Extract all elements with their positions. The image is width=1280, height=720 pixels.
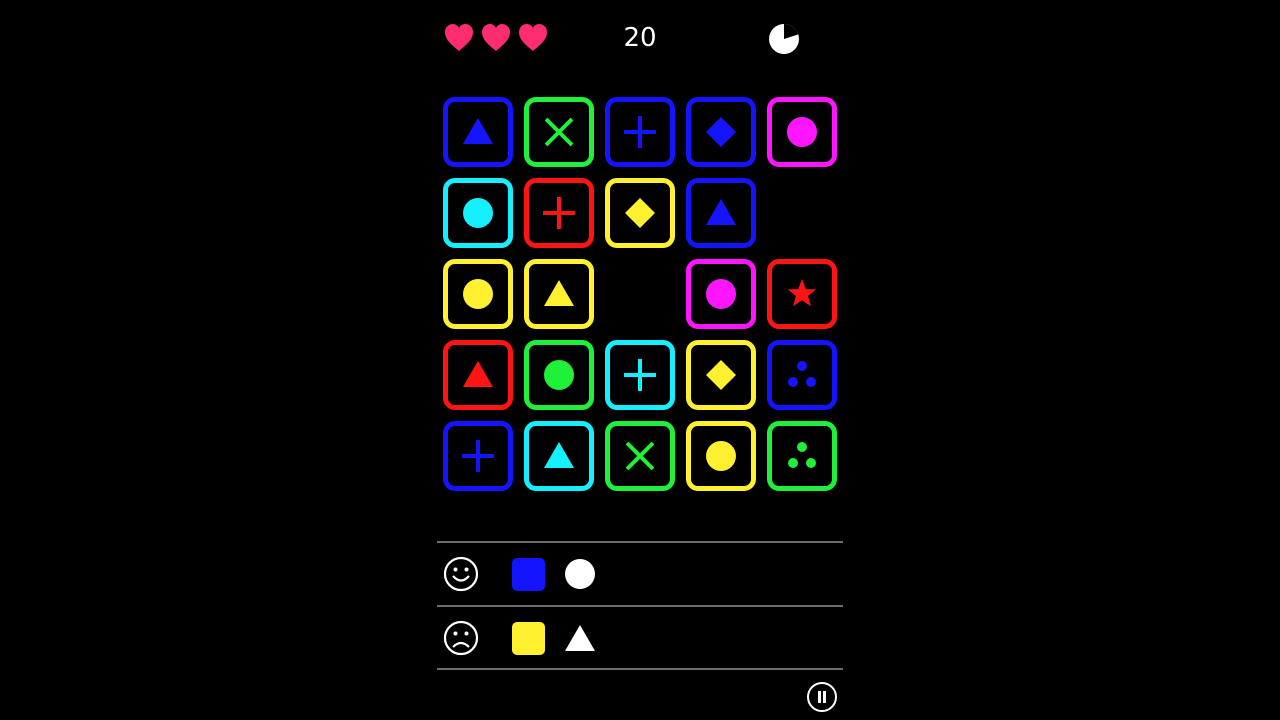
tile-x[interactable] — [524, 97, 594, 167]
score: 20 — [623, 23, 657, 53]
circle-icon — [706, 279, 736, 309]
divider — [437, 668, 843, 670]
empty-cell — [605, 259, 675, 329]
tile-triangle[interactable] — [524, 421, 594, 491]
circle-icon — [706, 441, 736, 471]
circle-icon — [463, 198, 493, 228]
color-swatch — [512, 558, 545, 591]
tile-circle[interactable] — [767, 97, 837, 167]
color-swatch — [512, 622, 545, 655]
tile-triangle[interactable] — [443, 97, 513, 167]
tile-plus[interactable] — [605, 340, 675, 410]
three-dots-icon — [788, 442, 816, 468]
heart-icon — [519, 24, 547, 51]
tile-diamond[interactable] — [605, 178, 675, 248]
x-icon — [625, 441, 655, 471]
plus-icon — [543, 197, 575, 229]
tile-plus[interactable] — [443, 421, 513, 491]
triangle-icon — [544, 442, 574, 468]
triangle-icon — [463, 118, 493, 144]
tile-circle[interactable] — [686, 421, 756, 491]
tile-grid — [443, 97, 837, 491]
tile-diamond[interactable] — [686, 340, 756, 410]
tile-circle[interactable] — [686, 259, 756, 329]
tile-plus[interactable] — [524, 178, 594, 248]
tile-diamond[interactable] — [686, 97, 756, 167]
pause-icon[interactable] — [806, 681, 838, 713]
heart-icon — [445, 24, 473, 51]
timer-icon — [769, 23, 799, 54]
circle-icon — [544, 360, 574, 390]
empty-cell — [767, 178, 837, 248]
rule-row-sad — [437, 607, 843, 669]
tile-circle[interactable] — [443, 259, 513, 329]
tile-star[interactable] — [767, 259, 837, 329]
rule-row-happy — [437, 543, 843, 605]
tile-circle[interactable] — [443, 178, 513, 248]
triangle-icon — [463, 361, 493, 387]
plus-icon — [462, 440, 494, 472]
diamond-icon — [706, 117, 736, 147]
tile-triangle[interactable] — [443, 340, 513, 410]
tile-three-dots[interactable] — [767, 421, 837, 491]
game-screen: 20 — [0, 0, 1280, 720]
circle-icon — [787, 117, 817, 147]
plus-icon — [624, 359, 656, 391]
smiley-icon — [443, 556, 479, 592]
diamond-icon — [706, 360, 736, 390]
plus-icon — [624, 116, 656, 148]
star-icon — [787, 279, 817, 307]
heart-icon — [482, 24, 510, 51]
tile-triangle[interactable] — [524, 259, 594, 329]
triangle-icon — [544, 280, 574, 306]
triangle-icon — [706, 199, 736, 225]
tile-circle[interactable] — [524, 340, 594, 410]
tile-triangle[interactable] — [686, 178, 756, 248]
tile-three-dots[interactable] — [767, 340, 837, 410]
diamond-icon — [625, 198, 655, 228]
lives — [443, 22, 549, 54]
triangle-icon — [565, 625, 595, 651]
frowny-icon — [443, 620, 479, 656]
circle-icon — [463, 279, 493, 309]
three-dots-icon — [788, 361, 816, 387]
x-icon — [544, 117, 574, 147]
circle-icon — [565, 559, 595, 589]
tile-plus[interactable] — [605, 97, 675, 167]
tile-x[interactable] — [605, 421, 675, 491]
